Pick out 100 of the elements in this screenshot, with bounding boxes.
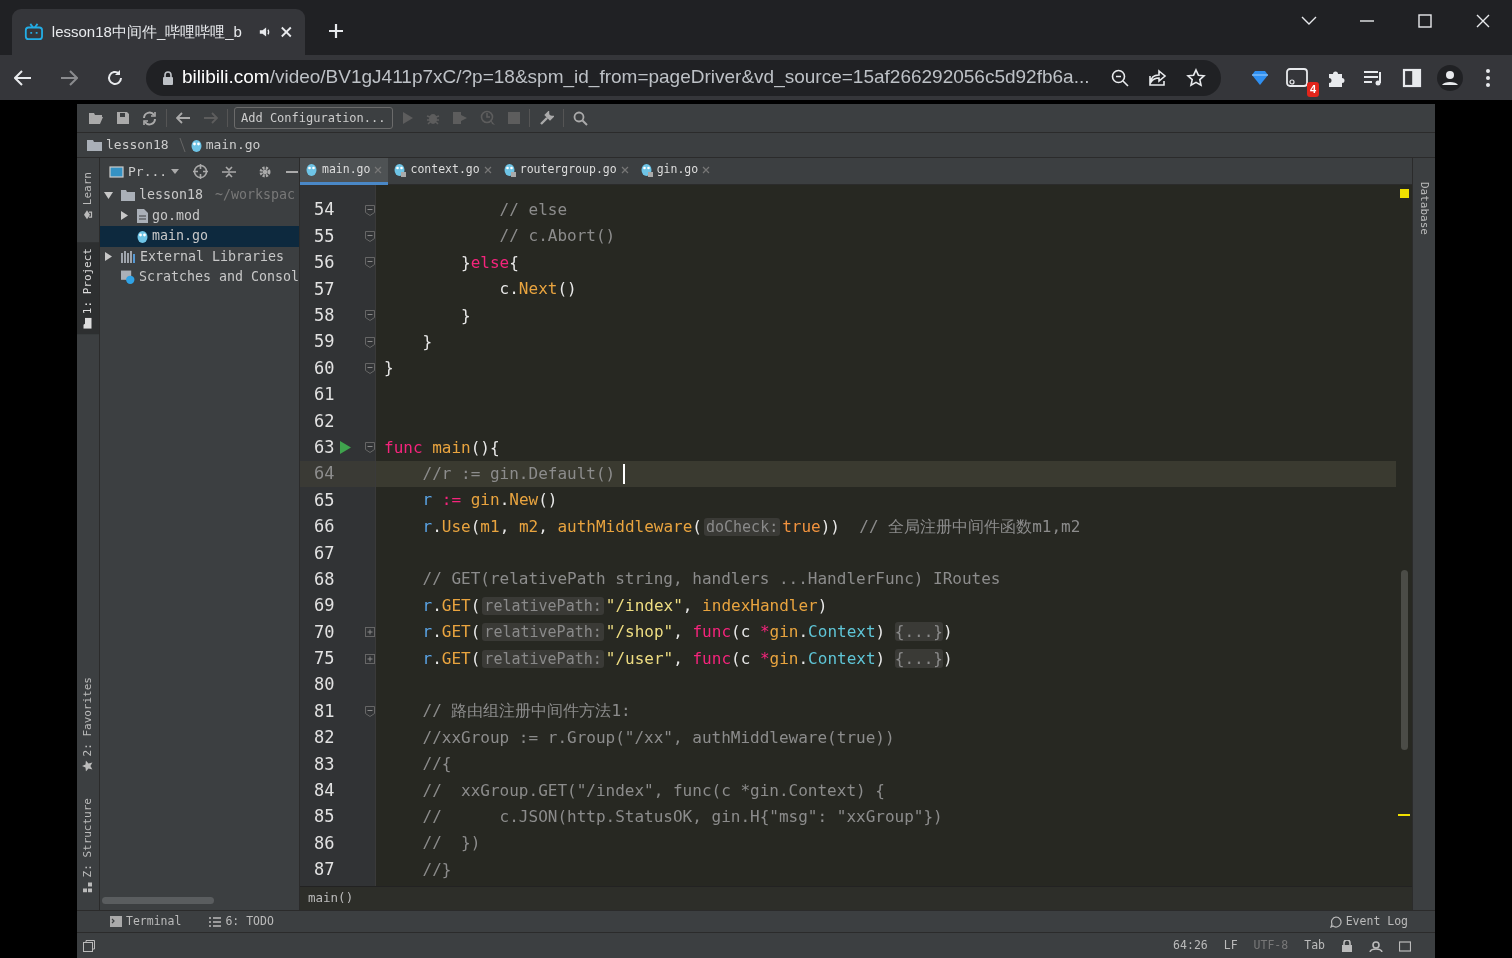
identifier: GET [441, 622, 471, 642]
identifier: GET [441, 595, 471, 615]
keyword: func [692, 622, 731, 642]
add-configuration-button[interactable]: Add Configuration... [234, 107, 393, 129]
tree-item[interactable]: Scratches and Consol [100, 267, 299, 288]
identifier: authMiddleware [557, 516, 693, 536]
line-number: 54 [314, 198, 335, 222]
tool-window-tab[interactable]: Learn [77, 166, 99, 227]
editor-tab[interactable]: gin.go [634, 158, 717, 185]
code-text: ) [875, 648, 886, 668]
tree-item[interactable]: main.go [100, 226, 299, 247]
text-cursor [623, 464, 626, 485]
code-text: ( [470, 648, 481, 668]
folded-code[interactable]: {...} [894, 622, 943, 642]
inspector-icon[interactable] [1369, 939, 1383, 952]
run-icon[interactable] [340, 441, 352, 455]
editor-tab[interactable]: context.go [388, 158, 498, 185]
code-text: , [673, 622, 683, 642]
memory-icon[interactable] [1399, 939, 1411, 952]
panel-icon[interactable] [83, 939, 95, 952]
code-text: . [432, 516, 442, 536]
star-icon [1186, 67, 1206, 88]
string-literal: "/shop" [605, 622, 674, 642]
horizontal-scrollbar[interactable] [102, 897, 214, 904]
keyword: else [470, 252, 510, 272]
code-text: ) [943, 622, 953, 642]
code-comment: // }) [422, 833, 481, 853]
speech-bubble-icon [1329, 915, 1342, 928]
code-text: } [461, 305, 471, 325]
code-text: (){ [470, 437, 500, 457]
code-text: } [422, 331, 433, 351]
forward-arrow-icon [203, 112, 218, 124]
line-number: 56 [314, 251, 335, 275]
unfold-icon[interactable] [365, 627, 375, 638]
play-icon [401, 111, 414, 125]
expanded-arrow-icon [104, 190, 113, 200]
keyword: func [692, 648, 731, 668]
operator: * [759, 622, 770, 642]
line-number: 86 [314, 831, 336, 855]
hide-button[interactable] [283, 170, 299, 173]
code-comment: //{ [422, 754, 452, 774]
line-number: 63 [314, 435, 335, 459]
tool-window-tab[interactable]: 6: TODO [206, 912, 277, 931]
status-item[interactable]: 64:26 [1173, 936, 1208, 955]
breadcrumb-item[interactable]: main() [308, 889, 354, 908]
code-comment: // 路由组注册中间件方法1: [422, 701, 631, 721]
tree-item[interactable]: External Libraries [100, 246, 299, 267]
parameter-hint: relativePath: [482, 623, 604, 642]
warning-marker[interactable] [1398, 814, 1410, 816]
minus-icon [286, 170, 299, 173]
string-literal: "/index" [605, 595, 683, 615]
fold-icon[interactable] [365, 336, 375, 348]
identifier: GET [441, 648, 471, 668]
fold-icon[interactable] [365, 363, 375, 375]
code-text: . [432, 622, 442, 642]
tree-item[interactable]: go.mod [100, 205, 299, 226]
code-comment: // GET(relativePath string, handlers ...HandlerFunc) IRoutes [422, 569, 1001, 589]
operator: := [441, 490, 462, 510]
profile-button[interactable] [1435, 62, 1465, 93]
fold-icon[interactable] [365, 231, 375, 243]
share-icon [1148, 68, 1168, 87]
code-comment: //r := gin.Default() [422, 463, 616, 483]
status-item[interactable]: LF [1223, 936, 1238, 955]
unfold-icon[interactable] [365, 653, 375, 664]
view-selector[interactable]: Pr... [106, 161, 183, 182]
code-text: ( [470, 595, 481, 615]
fold-icon[interactable] [365, 257, 375, 269]
notification-badge: 4 [1306, 81, 1319, 97]
code-comment: //xxGroup := r.Group("/xx", authMiddleware(true)) [422, 727, 895, 747]
tool-window-tab[interactable]: Z: Structure [77, 791, 99, 898]
tool-window-tab[interactable]: 1: Project [77, 242, 99, 335]
caret-icon [171, 169, 180, 174]
tool-window-tab[interactable]: 2: Favorites [77, 671, 99, 778]
tool-window-tab[interactable]: Terminal [107, 912, 185, 931]
fold-icon[interactable] [365, 442, 376, 454]
address-bar[interactable]: bilibili.com/video/BV1gJ411p7xC/?p=18&spm_id_from=pageDriver&vd_source=15af266292056c5d92fb6a... [146, 59, 1221, 96]
code-text: . [432, 648, 442, 668]
identifier: gin [769, 648, 799, 668]
parameter-hint: relativePath: [482, 596, 604, 615]
identifier: Next [518, 279, 558, 299]
fold-icon[interactable] [365, 204, 375, 216]
event-log-button[interactable]: Event Log [1326, 912, 1411, 931]
folded-code[interactable]: {...} [894, 648, 943, 668]
line-number: 61 [314, 383, 336, 407]
warning-marker[interactable] [1399, 189, 1409, 198]
browser-tab[interactable]: lesson18中间件_哔哩哔哩_b [12, 9, 305, 55]
breadcrumb-item[interactable]: main.go [190, 135, 261, 155]
breadcrumb-item[interactable]: lesson18 [87, 135, 169, 155]
lock-icon[interactable] [1341, 939, 1353, 952]
tool-window-tab[interactable]: Database [1413, 176, 1435, 241]
editor-tab[interactable]: main.go [300, 158, 389, 185]
tree-item[interactable]: lesson18 ~/workspac [100, 185, 299, 206]
terminal-icon [110, 916, 122, 927]
status-item[interactable]: Tab [1304, 936, 1325, 955]
fold-icon[interactable] [365, 310, 375, 322]
screen-icon [1286, 67, 1310, 88]
editor-tab[interactable]: routergroup.go [497, 158, 635, 185]
lock-icon [162, 70, 174, 85]
fold-icon[interactable] [365, 706, 375, 718]
vertical-scrollbar[interactable] [1400, 570, 1408, 750]
